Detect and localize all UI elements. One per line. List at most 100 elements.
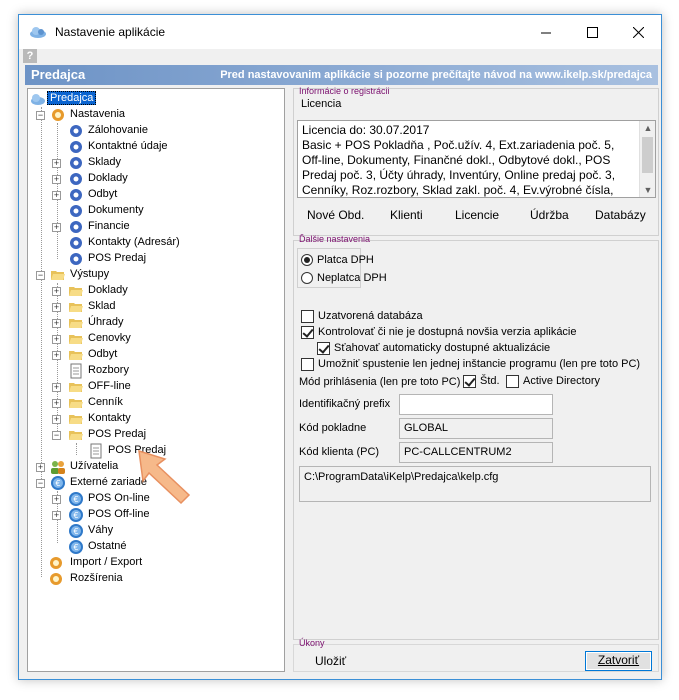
tree-line <box>76 443 77 455</box>
licence-label: Licencia <box>301 98 342 110</box>
tree-label: Váhy <box>88 524 114 536</box>
licence-line: Licencia do: 30.07.2017 <box>302 123 430 137</box>
nove-obdobie-button[interactable]: Nové Obd. <box>307 208 364 222</box>
radio-selected-icon <box>301 254 313 266</box>
tree-label: Zálohovanie <box>88 124 148 136</box>
tree-label: Odbyt <box>88 188 118 200</box>
banner-notice: Pred nastavovanim aplikácie si pozorne p… <box>220 69 652 81</box>
scroll-down-icon[interactable]: ▼ <box>640 183 655 197</box>
licence-line: Basic + POS Pokladňa , Poč.užív. 4, Ext.… <box>302 138 615 152</box>
kod-klienta-field[interactable]: PC-CALLCENTRUM2 <box>399 442 553 463</box>
udrzba-button[interactable]: Údržba <box>530 208 569 222</box>
blue-gear-icon <box>70 237 82 249</box>
tree-label: Kontakty <box>88 412 131 424</box>
tree-label: POS Predaj <box>88 428 147 440</box>
cloud-app-icon <box>30 27 46 38</box>
expand-icon[interactable]: + <box>36 463 45 472</box>
blue-gear-icon <box>70 141 82 153</box>
folder-icon <box>69 351 83 360</box>
tree-label: Výstupy <box>70 268 110 280</box>
expand-icon[interactable]: + <box>52 175 61 184</box>
licence-scrollbar[interactable]: ▲ ▼ <box>639 121 655 197</box>
navigation-tree[interactable]: Predajca − Nastavenia Zálohovanie Kontak… <box>27 88 285 672</box>
help-button[interactable]: ? <box>23 49 37 63</box>
maximize-button[interactable] <box>569 15 615 49</box>
collapse-icon[interactable]: − <box>36 271 45 280</box>
blue-gear-icon <box>70 189 82 201</box>
radio-unselected-icon <box>301 272 313 284</box>
expand-icon[interactable]: + <box>52 351 61 360</box>
close-button[interactable]: Zatvoriť <box>585 651 652 671</box>
folder-icon <box>69 303 83 312</box>
mod-prihlasenia-label: Mód prihlásenia (len pre toto PC) <box>299 376 461 388</box>
tree-label: Doklady <box>88 284 128 296</box>
tree-label: POS Off-line <box>88 508 150 520</box>
licencie-button[interactable]: Licencie <box>455 208 499 222</box>
annotation-arrow-icon <box>138 449 191 505</box>
checkbox-unchecked-icon <box>301 358 314 371</box>
expand-icon[interactable]: + <box>52 399 61 408</box>
tree-label: Kontaktné údaje <box>88 140 168 152</box>
minimize-button[interactable] <box>523 15 569 49</box>
checkbox-label: Štd. <box>480 375 500 387</box>
expand-icon[interactable]: + <box>52 223 61 232</box>
checkbox-checked-icon <box>301 326 314 339</box>
users-icon <box>51 461 65 474</box>
collapse-icon[interactable]: − <box>52 431 61 440</box>
folder-icon <box>69 335 83 344</box>
other-settings-group <box>293 240 659 640</box>
checkbox-label: Uzatvorená databáza <box>318 310 423 322</box>
euro-coin-icon: € <box>69 524 83 538</box>
euro-coin-icon: € <box>69 492 83 506</box>
expand-icon[interactable]: + <box>52 319 61 328</box>
config-path-field[interactable]: C:\ProgramData\iKelp\Predajca\kelp.cfg <box>299 466 651 502</box>
expand-icon[interactable]: + <box>52 191 61 200</box>
folder-icon <box>69 319 83 328</box>
folder-icon <box>69 287 83 296</box>
expand-icon[interactable]: + <box>52 415 61 424</box>
scroll-thumb[interactable] <box>642 137 653 173</box>
euro-coin-icon: € <box>51 476 65 490</box>
expand-icon[interactable]: + <box>52 159 61 168</box>
checkbox-label: Sťahovať automaticky dostupné aktualizác… <box>334 342 551 354</box>
tree-label: Ostatné <box>88 540 127 552</box>
blue-gear-icon <box>70 125 82 137</box>
title-bar[interactable]: Nastavenie aplikácie <box>19 15 661 49</box>
scroll-up-icon[interactable]: ▲ <box>640 121 655 135</box>
expand-icon[interactable]: + <box>52 335 61 344</box>
folder-icon <box>69 415 83 424</box>
gear-icon <box>50 573 62 585</box>
close-window-button[interactable] <box>615 15 661 49</box>
checkbox-label: Kontrolovať či nie je dostupná novšia ve… <box>318 326 577 338</box>
expand-icon[interactable]: + <box>52 511 61 520</box>
euro-coin-icon: € <box>69 540 83 554</box>
tree-label: OFF-line <box>88 380 131 392</box>
tree-label: POS Predaj <box>88 252 147 264</box>
databazy-button[interactable]: Databázy <box>595 208 646 222</box>
kod-pokladne-field[interactable]: GLOBAL <box>399 418 553 439</box>
licence-line: Cenníky, Roz.rozbory, Sklad zakl. poč. 4… <box>302 183 614 197</box>
checkbox-label: Active Directory <box>523 375 601 387</box>
expand-icon[interactable]: + <box>52 383 61 392</box>
radio-label: Neplatca DPH <box>317 272 387 284</box>
save-button[interactable]: Uložiť <box>315 654 346 668</box>
prefix-input[interactable] <box>399 394 553 415</box>
expand-icon[interactable]: + <box>52 287 61 296</box>
tree-label: Sklad <box>88 300 116 312</box>
kod-klienta-label: Kód klienta (PC) <box>299 446 380 458</box>
collapse-icon[interactable]: − <box>36 479 45 488</box>
klienti-button[interactable]: Klienti <box>390 208 423 222</box>
svg-text:€: € <box>73 543 78 552</box>
gear-icon <box>52 109 64 121</box>
tree-label: Financie <box>88 220 130 232</box>
actions-section-title: Úkony <box>299 638 325 648</box>
tree-label: Predajca <box>47 91 97 105</box>
tree-label: Sklady <box>88 156 122 168</box>
expand-icon[interactable]: + <box>52 495 61 504</box>
collapse-icon[interactable]: − <box>36 111 45 120</box>
close-button-label: Zatvoriť <box>597 653 640 667</box>
minimize-icon <box>540 32 551 33</box>
licence-info-text[interactable]: Licencia do: 30.07.2017 Basic + POS Pokl… <box>297 120 656 198</box>
expand-icon[interactable]: + <box>52 303 61 312</box>
banner-title: Predajca <box>31 67 86 82</box>
